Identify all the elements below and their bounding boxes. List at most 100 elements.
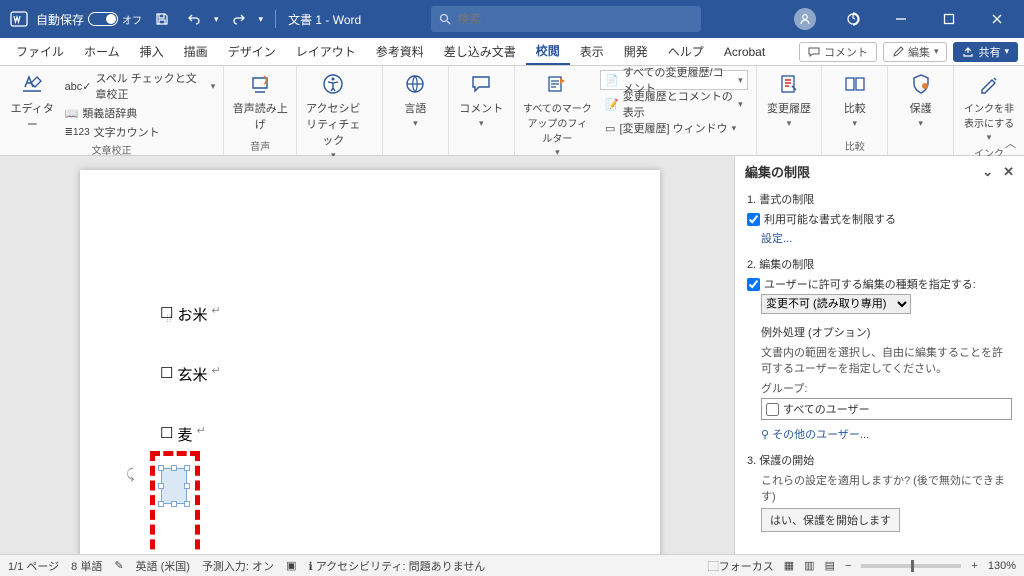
view-web-button[interactable]: ▤ bbox=[825, 559, 835, 572]
panel-dropdown-button[interactable]: ⌄ bbox=[982, 164, 993, 180]
close-button[interactable] bbox=[974, 0, 1020, 38]
track-changes-button[interactable]: 変更履歴 ▾ bbox=[765, 70, 814, 129]
reviewing-pane-label: [変更履歴] ウィンドウ bbox=[619, 120, 727, 136]
checkbox-icon[interactable]: ☐ bbox=[160, 364, 173, 382]
tab-layout[interactable]: レイアウト bbox=[286, 38, 366, 65]
everyone-checkbox[interactable] bbox=[766, 403, 779, 416]
undo-button[interactable] bbox=[182, 7, 206, 31]
zoom-slider[interactable] bbox=[861, 564, 961, 568]
tab-draw[interactable]: 描画 bbox=[174, 38, 218, 65]
other-users-link[interactable]: ⚲ その他のユーザー... bbox=[761, 426, 1012, 442]
redo-button[interactable] bbox=[227, 7, 251, 31]
maximize-button[interactable] bbox=[926, 0, 972, 38]
compare-button[interactable]: 比較 ▾ bbox=[830, 70, 879, 129]
checkbox-icon[interactable]: ☐ bbox=[160, 424, 173, 442]
checkbox-input[interactable] bbox=[747, 213, 760, 226]
editor-button[interactable]: エディター bbox=[8, 70, 57, 132]
avatar-icon bbox=[794, 8, 816, 30]
language-button[interactable]: 言語 ▾ bbox=[391, 70, 440, 129]
tab-acrobat[interactable]: Acrobat bbox=[714, 38, 775, 65]
comment-button[interactable]: コメント ▾ bbox=[457, 70, 506, 129]
zoom-in-button[interactable]: + bbox=[971, 560, 977, 572]
compare-icon bbox=[841, 70, 869, 98]
wordcount-icon: ≣123 bbox=[65, 127, 90, 138]
ribbon-group-changes: 変更履歴 ▾ bbox=[757, 66, 823, 155]
checkbox-input[interactable] bbox=[747, 278, 760, 291]
tab-help[interactable]: ヘルプ bbox=[658, 38, 714, 65]
thesaurus-button[interactable]: 📖類義語辞典 bbox=[65, 105, 216, 121]
collapse-ribbon-button[interactable]: ︿ bbox=[1005, 135, 1016, 151]
save-button[interactable] bbox=[150, 7, 174, 31]
all-markup-filter-button[interactable]: すべてのマークアップのフィルター ▾ bbox=[523, 70, 592, 158]
tab-references[interactable]: 参考資料 bbox=[366, 38, 434, 65]
reviewing-pane-button[interactable]: ▭[変更履歴] ウィンドウ▾ bbox=[600, 118, 748, 138]
status-wordcount[interactable]: 8 単語 bbox=[71, 558, 102, 574]
chevron-down-icon: ▾ bbox=[987, 132, 992, 143]
status-accessibility[interactable]: ℹ アクセシビリティ: 問題ありません bbox=[308, 558, 485, 574]
start-enforcement-button[interactable]: はい、保護を開始します bbox=[761, 508, 900, 532]
zoom-out-button[interactable]: − bbox=[845, 560, 851, 572]
selection-overlay[interactable] bbox=[161, 468, 187, 504]
coming-soon-button[interactable] bbox=[830, 0, 876, 38]
layout-options-icon[interactable]: ⤹ bbox=[126, 466, 134, 483]
share-button[interactable]: 共有▾ bbox=[953, 42, 1018, 62]
search-box[interactable] bbox=[431, 6, 701, 32]
status-predictive[interactable]: 予測入力: オン bbox=[202, 558, 274, 574]
formatting-restrict-checkbox[interactable]: 利用可能な書式を制限する bbox=[747, 211, 1012, 227]
autosave-switch-icon bbox=[88, 12, 118, 26]
qat-customize-icon[interactable]: ▾ bbox=[259, 14, 264, 25]
chevron-down-icon: ▾ bbox=[853, 118, 858, 129]
accessibility-check-button[interactable]: アクセシビリティチェック ▾ bbox=[305, 70, 361, 161]
settings-link[interactable]: 設定... bbox=[761, 230, 1012, 246]
chevron-down-icon: ▾ bbox=[1004, 46, 1009, 57]
chevron-down-icon: ▾ bbox=[211, 81, 216, 92]
ribbon-group-speech: 音声読み上げ 音声 bbox=[224, 66, 297, 155]
protect-button[interactable]: 保護 ▾ bbox=[896, 70, 945, 129]
status-spellcheck-icon[interactable]: ✎ bbox=[114, 559, 123, 572]
hide-ink-button[interactable]: インクを非表示にする ▾ bbox=[962, 70, 1016, 143]
editing-restrict-checkbox[interactable]: ユーザーに許可する編集の種類を指定する: bbox=[747, 276, 1012, 292]
view-read-button[interactable]: ▦ bbox=[784, 559, 794, 572]
tab-design[interactable]: デザイン bbox=[218, 38, 286, 65]
list-text: お米 bbox=[177, 304, 207, 325]
spellcheck-button[interactable]: abc✓スペル チェックと文章校正▾ bbox=[65, 70, 216, 102]
panel-close-button[interactable]: ✕ bbox=[1003, 164, 1014, 180]
undo-dropdown-icon[interactable]: ▾ bbox=[214, 14, 219, 25]
ribbon-group-compare: 比較 ▾ 比較 bbox=[822, 66, 888, 155]
minimize-button[interactable] bbox=[878, 0, 924, 38]
view-print-button[interactable]: ▥ bbox=[804, 559, 814, 572]
editing-type-select[interactable]: 変更不可 (読み取り専用) bbox=[761, 294, 911, 314]
document-area[interactable]: ⁞⁞ ☐お米↵ ☐玄米↵ ☐麦↵ ⤹ bbox=[0, 156, 734, 554]
search-input[interactable] bbox=[457, 12, 693, 26]
comments-button[interactable]: コメント bbox=[799, 42, 877, 62]
editing-mode-button[interactable]: 編集▾ bbox=[883, 42, 948, 62]
chevron-down-icon: ▾ bbox=[479, 118, 484, 129]
list-item[interactable]: ☐お米↵ bbox=[160, 304, 221, 364]
show-markup-button[interactable]: 📝変更履歴とコメントの表示▾ bbox=[600, 94, 748, 114]
tab-insert[interactable]: 挿入 bbox=[130, 38, 174, 65]
checkbox-label: ユーザーに許可する編集の種類を指定する: bbox=[764, 276, 976, 292]
tab-developer[interactable]: 開発 bbox=[614, 38, 658, 65]
tab-home[interactable]: ホーム bbox=[74, 38, 130, 65]
tab-mailings[interactable]: 差し込み文書 bbox=[434, 38, 526, 65]
display-for-review-select[interactable]: 📄すべての変更履歴/コメント▾ bbox=[600, 70, 748, 90]
search-icon bbox=[439, 13, 451, 25]
wordcount-button[interactable]: ≣123文字カウント bbox=[65, 124, 216, 140]
status-page[interactable]: 1/1 ページ bbox=[8, 558, 59, 574]
autosave-toggle[interactable]: 自動保存 オフ bbox=[36, 11, 142, 28]
account-button[interactable] bbox=[782, 0, 828, 38]
read-aloud-button[interactable]: 音声読み上げ bbox=[232, 70, 288, 132]
zoom-level[interactable]: 130% bbox=[988, 560, 1016, 572]
status-macro-icon[interactable]: ▣ bbox=[286, 559, 296, 572]
thesaurus-icon: 📖 bbox=[65, 107, 79, 120]
tab-view[interactable]: 表示 bbox=[570, 38, 614, 65]
checkbox-icon[interactable]: ☐ bbox=[160, 304, 173, 322]
language-label: 言語 bbox=[404, 100, 426, 116]
chevron-down-icon: ▾ bbox=[934, 46, 939, 57]
groups-listbox[interactable]: すべてのユーザー bbox=[761, 398, 1012, 420]
tab-review[interactable]: 校閲 bbox=[526, 38, 570, 65]
focus-mode-button[interactable]: ⬚フォーカス bbox=[708, 558, 774, 574]
status-language[interactable]: 英語 (米国) bbox=[136, 558, 190, 574]
tab-file[interactable]: ファイル bbox=[6, 38, 74, 65]
list-item[interactable]: ☐玄米↵ bbox=[160, 364, 221, 424]
